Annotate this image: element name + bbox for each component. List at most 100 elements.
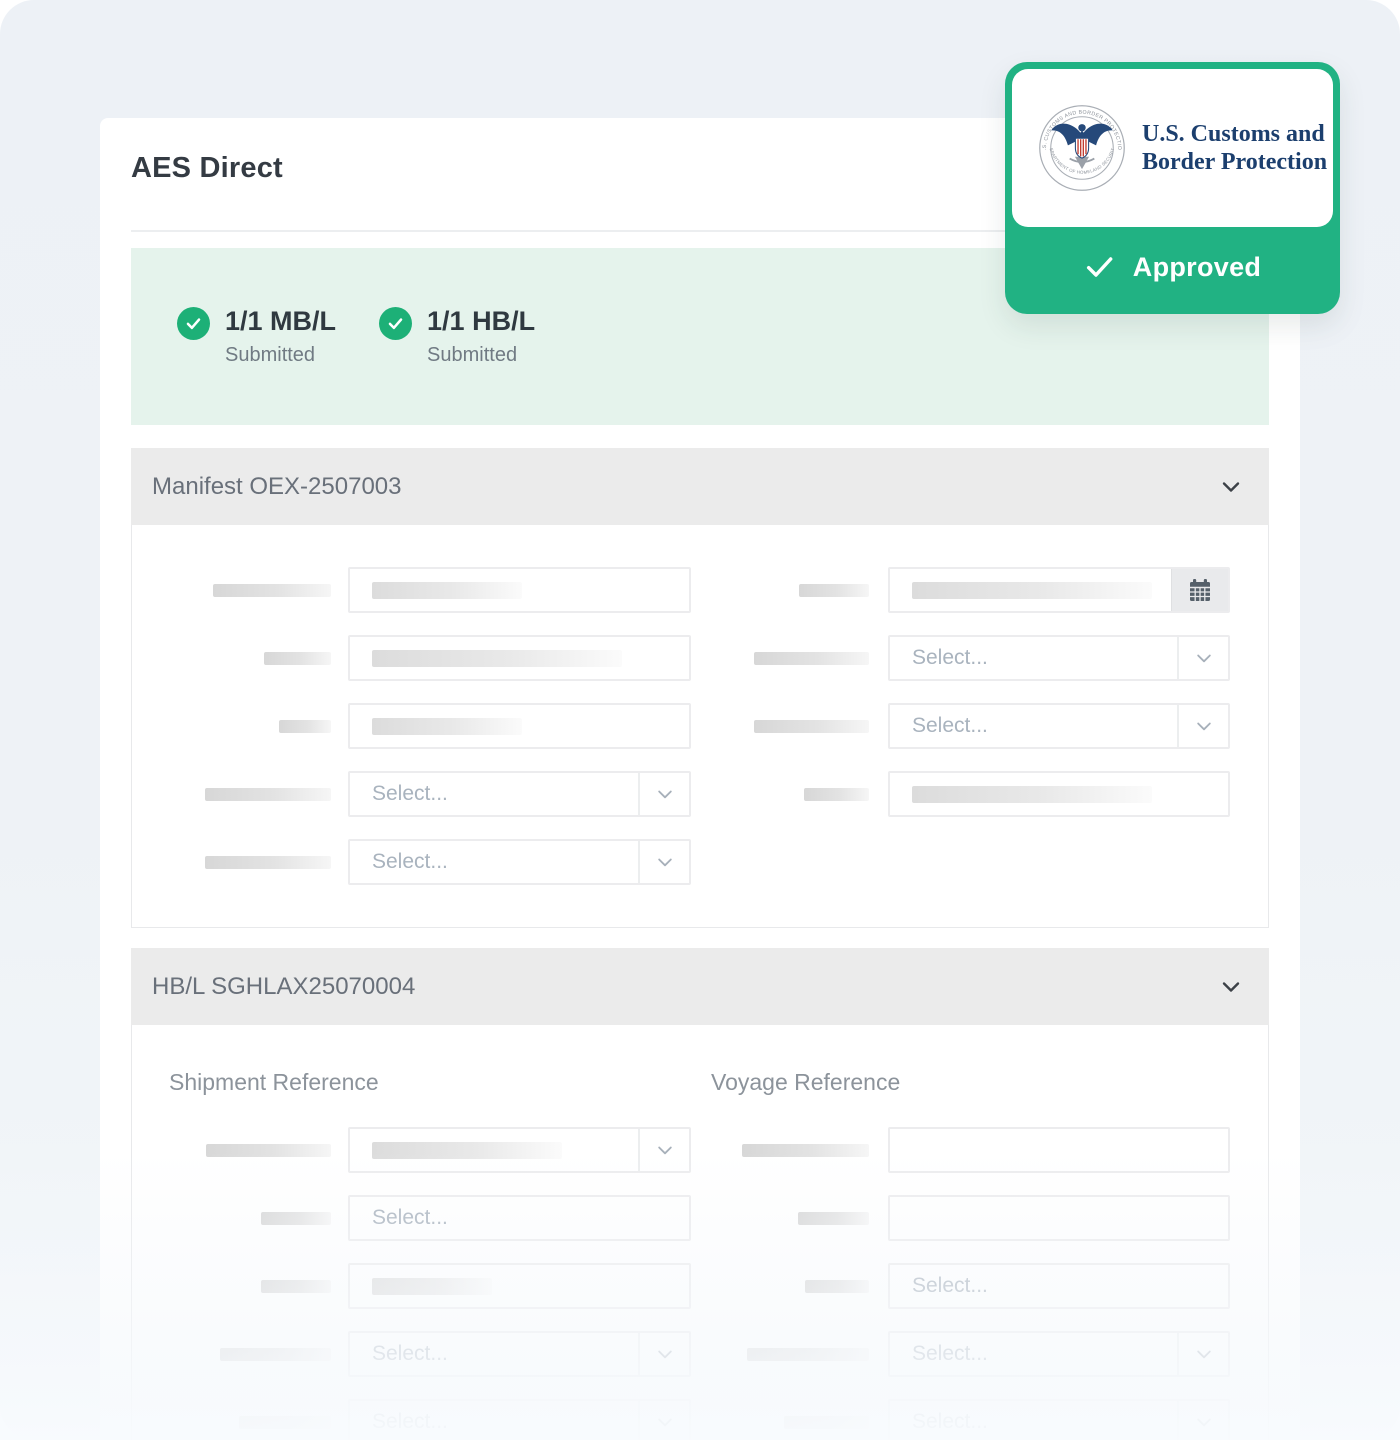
chevron-down-icon — [655, 1412, 675, 1432]
manifest-right-column: Select... Select... — [701, 567, 1230, 817]
chevron-down-icon — [1194, 648, 1214, 668]
cbp-wordmark-line1: U.S. Customs and — [1142, 120, 1327, 148]
select-placeholder: Select... — [912, 1410, 988, 1434]
select-placeholder: Select... — [372, 782, 448, 806]
check-icon — [1084, 251, 1116, 283]
screen: AES Direct 1/1 MB/L Submitted 1/1 HB/L — [0, 0, 1400, 1440]
select-chevron[interactable] — [638, 841, 689, 883]
text-input[interactable] — [888, 1195, 1230, 1241]
select-chevron[interactable] — [638, 773, 689, 815]
select-input[interactable]: Select... — [888, 703, 1230, 749]
select-placeholder: Select... — [372, 1342, 448, 1366]
approved-label: Approved — [1133, 252, 1261, 283]
manifest-section-body: Select... Select... — [131, 525, 1269, 928]
select-input[interactable]: Select... — [348, 1195, 691, 1241]
select-chevron[interactable] — [638, 1333, 689, 1375]
hbl-count: 1/1 HB/L — [427, 306, 535, 337]
mbl-status-item: 1/1 MB/L Submitted — [177, 306, 336, 367]
select-chevron[interactable] — [1177, 637, 1228, 679]
form-row — [701, 771, 1230, 817]
manifest-left-column: Select... Select... — [132, 567, 691, 885]
calendar-button[interactable] — [1171, 569, 1228, 611]
skeleton-value — [912, 786, 1152, 803]
form-row — [132, 1263, 691, 1309]
chevron-down-icon — [1194, 1344, 1214, 1364]
select-input[interactable]: Select... — [348, 771, 691, 817]
select-chevron[interactable] — [1177, 1333, 1228, 1375]
skeleton-label — [213, 584, 331, 597]
date-input[interactable] — [888, 567, 1230, 613]
text-input[interactable] — [348, 1263, 691, 1309]
form-row — [132, 567, 691, 613]
select-placeholder: Select... — [372, 850, 448, 874]
chevron-down-icon — [1194, 716, 1214, 736]
skeleton-label — [206, 1144, 331, 1157]
form-row: Select... — [701, 635, 1230, 681]
chevron-down-icon[interactable] — [1219, 475, 1243, 499]
skeleton-label — [220, 1348, 331, 1361]
select-placeholder: Select... — [912, 1342, 988, 1366]
calendar-icon — [1187, 577, 1213, 603]
form-row — [132, 1127, 691, 1173]
manifest-section-title: Manifest OEX-2507003 — [152, 473, 401, 501]
skeleton-value — [372, 1142, 562, 1159]
mbl-count: 1/1 MB/L — [225, 306, 336, 337]
mbl-status-text: 1/1 MB/L Submitted — [225, 306, 336, 367]
select-chevron[interactable] — [1177, 1401, 1228, 1440]
skeleton-value — [912, 582, 1152, 599]
form-row — [132, 703, 691, 749]
skeleton-label — [805, 1280, 869, 1293]
text-input[interactable] — [888, 771, 1230, 817]
chevron-down-icon — [655, 1140, 675, 1160]
shipment-reference-heading: Shipment Reference — [169, 1069, 379, 1096]
select-placeholder: Select... — [912, 646, 988, 670]
skeleton-label — [239, 1416, 331, 1429]
voyage-reference-heading: Voyage Reference — [711, 1069, 900, 1096]
mbl-state: Submitted — [225, 343, 336, 367]
select-placeholder: Select... — [372, 1206, 448, 1230]
hbl-section-title: HB/L SGHLAX25070004 — [152, 973, 415, 1001]
select-placeholder: Select... — [912, 714, 988, 738]
chevron-down-icon[interactable] — [1219, 975, 1243, 999]
text-input[interactable] — [348, 567, 691, 613]
skeleton-label — [799, 584, 869, 597]
skeleton-label — [784, 1416, 869, 1429]
select-input[interactable]: Select... — [888, 1399, 1230, 1440]
skeleton-label — [279, 720, 331, 733]
form-row: Select... — [701, 1399, 1230, 1440]
skeleton-label — [261, 1280, 331, 1293]
text-input[interactable] — [348, 703, 691, 749]
skeleton-label — [264, 652, 331, 665]
skeleton-label — [747, 1348, 869, 1361]
hbl-state: Submitted — [427, 343, 535, 367]
skeleton-value — [372, 650, 622, 667]
select-chevron[interactable] — [638, 1129, 689, 1171]
cbp-logo-panel: U.S. CUSTOMS AND BORDER PROTECTION DEPAR… — [1012, 69, 1333, 227]
select-input[interactable]: Select... — [348, 839, 691, 885]
form-row: Select... — [132, 1399, 691, 1440]
form-row — [701, 1127, 1230, 1173]
text-input[interactable] — [348, 635, 691, 681]
check-circle-icon — [177, 307, 210, 340]
check-circle-icon — [379, 307, 412, 340]
skeleton-label — [754, 720, 869, 733]
select-input[interactable]: Select... — [348, 1399, 691, 1440]
text-input[interactable] — [888, 1127, 1230, 1173]
select-input[interactable]: Select... — [888, 1263, 1230, 1309]
cbp-seal-icon: U.S. CUSTOMS AND BORDER PROTECTION DEPAR… — [1038, 104, 1126, 192]
skeleton-value — [372, 1278, 492, 1295]
select-chevron[interactable] — [638, 1401, 689, 1440]
select-chevron[interactable] — [1177, 705, 1228, 747]
voyage-reference-column: Select... Select... Select... — [701, 1127, 1230, 1440]
skeleton-label — [261, 1212, 331, 1225]
select-input[interactable] — [348, 1127, 691, 1173]
chevron-down-icon — [655, 784, 675, 804]
skeleton-label — [205, 856, 331, 869]
select-input[interactable]: Select... — [888, 1331, 1230, 1377]
select-input[interactable]: Select... — [888, 635, 1230, 681]
hbl-section-header[interactable]: HB/L SGHLAX25070004 — [131, 948, 1269, 1025]
select-placeholder: Select... — [372, 1410, 448, 1434]
select-input[interactable]: Select... — [348, 1331, 691, 1377]
main-card: AES Direct 1/1 MB/L Submitted 1/1 HB/L — [100, 118, 1300, 1440]
manifest-section-header[interactable]: Manifest OEX-2507003 — [131, 448, 1269, 525]
